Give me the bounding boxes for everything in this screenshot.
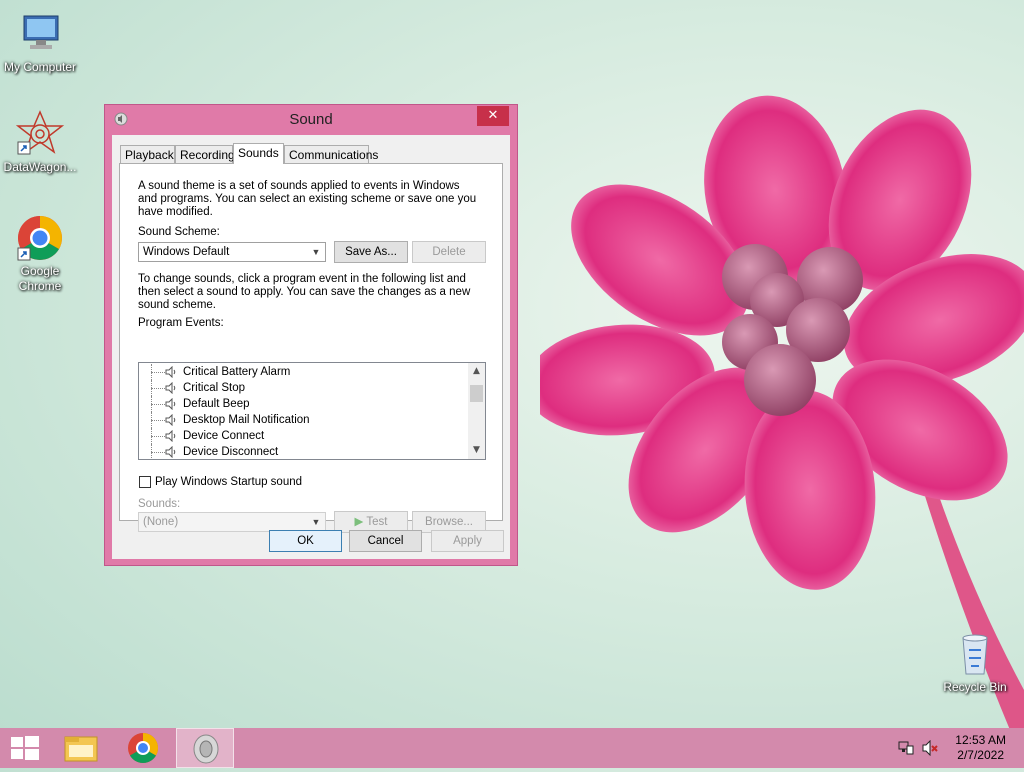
desktop-icon-label: Recycle Bin — [943, 680, 1007, 694]
speaker-icon — [165, 414, 176, 426]
save-as-button[interactable]: Save As... — [334, 241, 408, 263]
desktop-icon-my-computer[interactable]: My Computer — [0, 10, 80, 75]
taskbar: 12:53 AM 2/7/2022 — [0, 728, 1024, 768]
apply-button[interactable]: Apply — [431, 530, 504, 552]
event-label: Desktop Mail Notification — [183, 414, 310, 426]
clock-time: 12:53 AM — [955, 733, 1006, 747]
clock-date: 2/7/2022 — [957, 748, 1004, 762]
close-icon: ✕ — [487, 108, 499, 123]
list-item[interactable]: Device Connect — [139, 428, 467, 444]
speaker-icon — [165, 382, 176, 394]
taskbar-sound-control-panel[interactable] — [176, 728, 234, 768]
datawagon-app-icon — [15, 110, 65, 158]
taskbar-file-explorer[interactable] — [52, 728, 110, 768]
dialog-titlebar[interactable]: Sound ✕ — [105, 105, 517, 135]
list-item[interactable]: Default Beep — [139, 396, 467, 412]
cancel-button[interactable]: Cancel — [349, 530, 422, 552]
events-scrollbar[interactable]: ▲ ▼ — [468, 363, 485, 459]
sound-scheme-value: Windows Default — [143, 246, 230, 258]
windows-logo-icon — [11, 736, 39, 760]
list-item[interactable]: Desktop Mail Notification — [139, 412, 467, 428]
close-button[interactable]: ✕ — [477, 106, 509, 126]
change-text-line: then select a sound to apply. You can sa… — [138, 286, 471, 298]
tab-label: Communications — [289, 148, 379, 162]
taskbar-chrome[interactable] — [114, 728, 172, 768]
tab-communications[interactable]: Communications — [284, 145, 378, 163]
tray-clock[interactable]: 12:53 AM 2/7/2022 — [955, 733, 1006, 763]
intro-text-line: A sound theme is a set of sounds applied… — [138, 180, 460, 192]
tab-label: Playback — [125, 148, 174, 162]
tab-recording[interactable]: Recording — [175, 145, 235, 163]
chevron-down-icon: ▼ — [311, 517, 321, 527]
folder-icon — [64, 736, 98, 762]
test-button-label: Test — [366, 516, 388, 528]
tab-playback[interactable]: Playback — [120, 145, 175, 163]
list-item[interactable]: Device Disconnect — [139, 444, 467, 459]
volume-muted-icon[interactable] — [922, 740, 940, 756]
dialog-client: Playback Recording Sounds Communications… — [112, 135, 510, 559]
event-label: Critical Stop — [183, 382, 245, 394]
event-label: Default Beep — [183, 398, 250, 410]
start-button[interactable] — [0, 728, 58, 768]
speaker-icon — [165, 398, 176, 410]
chrome-icon — [128, 733, 159, 764]
recycle-bin-icon — [951, 630, 999, 678]
desktop-icon-datawagon[interactable]: DataWagon... — [0, 110, 80, 175]
startup-sound-checkbox[interactable] — [139, 476, 151, 488]
intro-text-line: have modified. — [138, 206, 213, 218]
startup-sound-label[interactable]: Play Windows Startup sound — [155, 476, 302, 489]
sounds-select[interactable]: (None) ▼ — [138, 512, 326, 532]
sounds-value: (None) — [143, 516, 179, 528]
chevron-up-icon[interactable]: ▲ — [468, 363, 485, 380]
delete-button[interactable]: Delete — [412, 241, 486, 263]
network-icon[interactable] — [898, 740, 914, 756]
list-item[interactable]: Critical Stop — [139, 380, 467, 396]
intro-text-line: and programs. You can select an existing… — [138, 193, 477, 205]
sounds-label: Sounds: — [138, 498, 181, 510]
play-icon: ▶ — [354, 516, 364, 528]
chevron-down-icon[interactable]: ▼ — [468, 442, 485, 459]
chevron-down-icon: ▼ — [311, 247, 321, 257]
speaker-icon — [165, 366, 176, 378]
event-label: Critical Battery Alarm — [183, 366, 291, 378]
event-label: Device Disconnect — [183, 446, 279, 458]
sounds-tab-panel: A sound theme is a set of sounds applied… — [119, 163, 503, 533]
ok-button[interactable]: OK — [269, 530, 342, 552]
speaker-icon — [165, 430, 176, 442]
desktop-icon-label: Google Chrome — [18, 264, 62, 293]
desktop-icon-google-chrome[interactable]: Google Chrome — [0, 214, 80, 294]
program-events-label: Program Events: — [138, 317, 224, 329]
scrollbar-thumb[interactable] — [470, 385, 483, 402]
dialog-title: Sound — [289, 111, 333, 128]
change-text-line: To change sounds, click a program event … — [138, 273, 466, 285]
desktop-icon-label: DataWagon... — [3, 160, 77, 174]
tab-label: Recording — [180, 148, 235, 162]
computer-icon — [16, 10, 64, 58]
program-events-list[interactable]: Critical Battery Alarm Critical Stop Def… — [138, 362, 486, 460]
sound-scheme-label: Sound Scheme: — [138, 226, 220, 238]
tab-label: Sounds — [238, 146, 279, 160]
chrome-icon — [16, 214, 64, 262]
change-text-line: sound scheme. — [138, 299, 216, 311]
list-item[interactable]: Critical Battery Alarm — [139, 364, 467, 380]
speaker-icon — [165, 446, 176, 458]
sound-scheme-select[interactable]: Windows Default ▼ — [138, 242, 326, 262]
tab-sounds[interactable]: Sounds — [233, 143, 284, 164]
desktop-icon-label: My Computer — [3, 60, 77, 74]
sound-dialog: Sound ✕ Playback Recording Sounds Commun… — [104, 104, 518, 566]
event-label: Device Connect — [183, 430, 265, 442]
desktop-icon-recycle-bin[interactable]: Recycle Bin — [935, 630, 1015, 695]
speaker-icon — [193, 734, 219, 764]
